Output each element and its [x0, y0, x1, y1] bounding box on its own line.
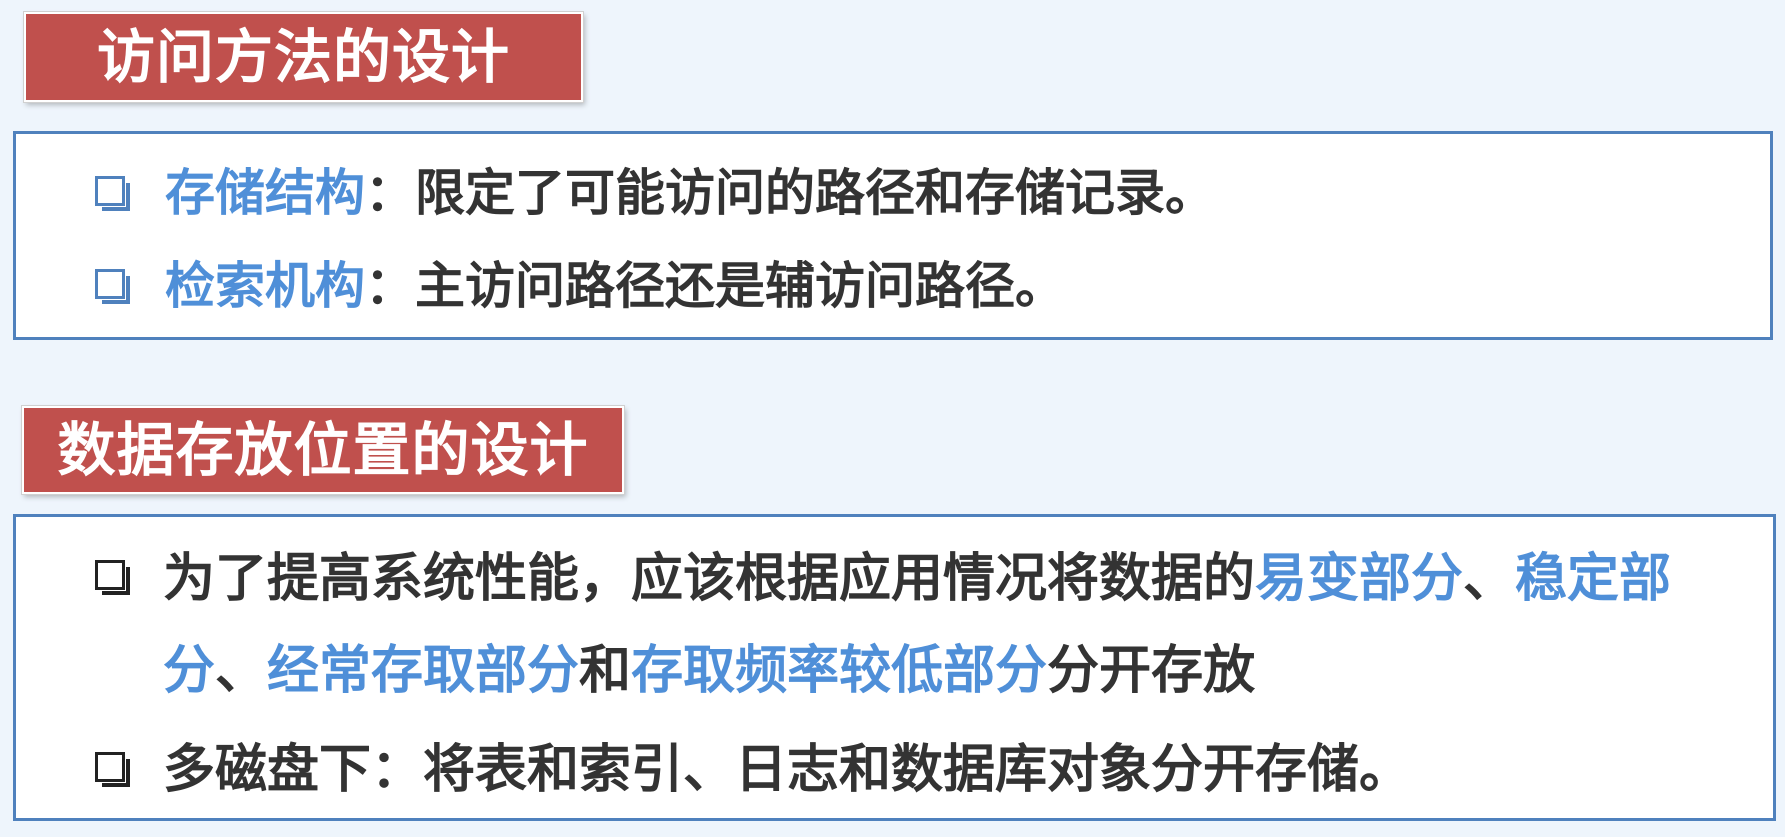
list-item-line-1: 为了提高系统性能，应该根据应用情况将数据的易变部分、稳定部	[163, 553, 1671, 605]
checkbox-bullet-icon	[95, 269, 130, 304]
section-title-access-method: 访问方法的设计	[23, 11, 584, 103]
section-title-text: 访问方法的设计	[96, 23, 510, 91]
checkbox-bullet-icon	[95, 560, 130, 595]
item-text: 为了提高系统性能，应该根据应用情况将数据的	[163, 549, 1256, 609]
item-separator: 、	[215, 641, 268, 701]
checkbox-bullet-icon	[95, 752, 130, 787]
item-highlight: 经常存取部分	[267, 641, 580, 701]
list-item: 检索机构：主访问路径还是辅访问路径。	[165, 261, 1065, 311]
section-title-text: 数据存放位置的设计	[57, 416, 589, 484]
item-text: 主访问路径还是辅访问路径。	[415, 257, 1065, 315]
item-text: 和	[579, 641, 632, 701]
section-title-data-placement: 数据存放位置的设计	[21, 405, 625, 495]
item-text: 限定了可能访问的路径和存储记录。	[415, 164, 1215, 222]
item-key: 检索机构	[165, 257, 365, 315]
item-highlight: 存取频率较低部分	[631, 641, 1048, 701]
item-highlight: 易变部分	[1255, 549, 1464, 609]
list-item-line-2: 分、经常存取部分和存取频率较低部分分开存放	[163, 645, 1255, 697]
item-separator: ：	[365, 257, 415, 315]
checkbox-bullet-icon	[95, 176, 130, 211]
item-text: 多磁盘下：将表和索引、日志和数据库对象分开存储。	[163, 740, 1412, 800]
item-key: 存储结构	[165, 164, 365, 222]
item-highlight: 稳定部	[1515, 549, 1672, 609]
item-highlight: 分	[163, 641, 216, 701]
item-separator: ：	[365, 164, 415, 222]
list-item: 存储结构：限定了可能访问的路径和存储记录。	[165, 168, 1215, 218]
item-text: 分开存放	[1047, 641, 1256, 701]
list-item: 多磁盘下：将表和索引、日志和数据库对象分开存储。	[163, 744, 1411, 796]
item-separator: 、	[1463, 549, 1516, 609]
